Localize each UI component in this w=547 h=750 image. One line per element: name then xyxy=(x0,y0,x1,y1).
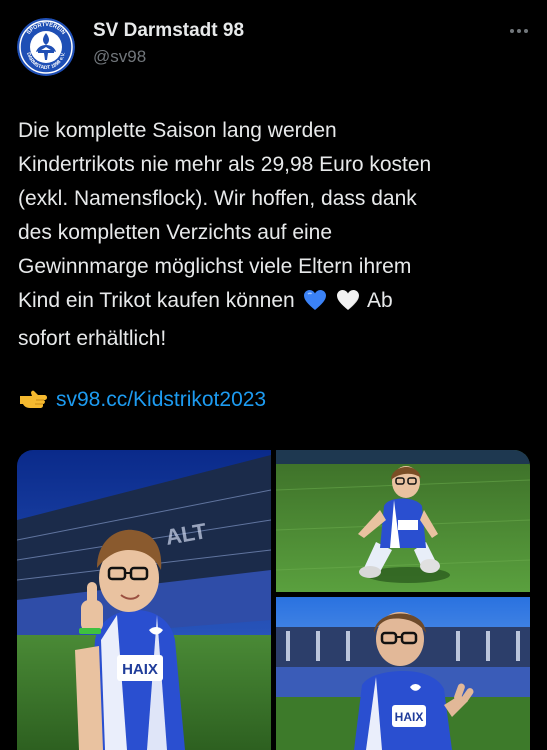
dot xyxy=(524,29,528,33)
photo-shirt-text: HAIX xyxy=(122,661,158,678)
photo-boy-sitting[interactable] xyxy=(276,450,530,592)
author-handle[interactable]: @sv98 xyxy=(93,47,146,67)
club-crest-icon: SPORTVEREIN DARMSTADT 1898 e.V. xyxy=(17,18,75,76)
more-options-icon[interactable] xyxy=(505,22,533,40)
avatar[interactable]: SPORTVEREIN DARMSTADT 1898 e.V. xyxy=(17,18,75,76)
dot xyxy=(517,29,521,33)
tweet-link[interactable]: sv98.cc/Kidstrikot2023 xyxy=(56,388,266,411)
link-line: sv98.cc/Kidstrikot2023 xyxy=(18,383,266,420)
white-heart-icon xyxy=(336,288,360,322)
tweet-text: Die komplette Saison lang werden Kindert… xyxy=(18,114,530,356)
pointing-hand-icon xyxy=(18,386,48,420)
tweet-body: Die komplette Saison lang werden Kindert… xyxy=(18,119,432,312)
photo3-shirt-text: HAIX xyxy=(395,710,424,724)
media-grid: ALT HAIX HAIX xyxy=(17,450,530,750)
photo-boy-thumbs-up[interactable]: ALT HAIX xyxy=(17,450,271,750)
dot xyxy=(510,29,514,33)
author-name[interactable]: SV Darmstadt 98 xyxy=(93,20,244,42)
blue-heart-icon xyxy=(303,288,327,322)
photo-boy-closeup[interactable]: HAIX xyxy=(276,597,530,750)
